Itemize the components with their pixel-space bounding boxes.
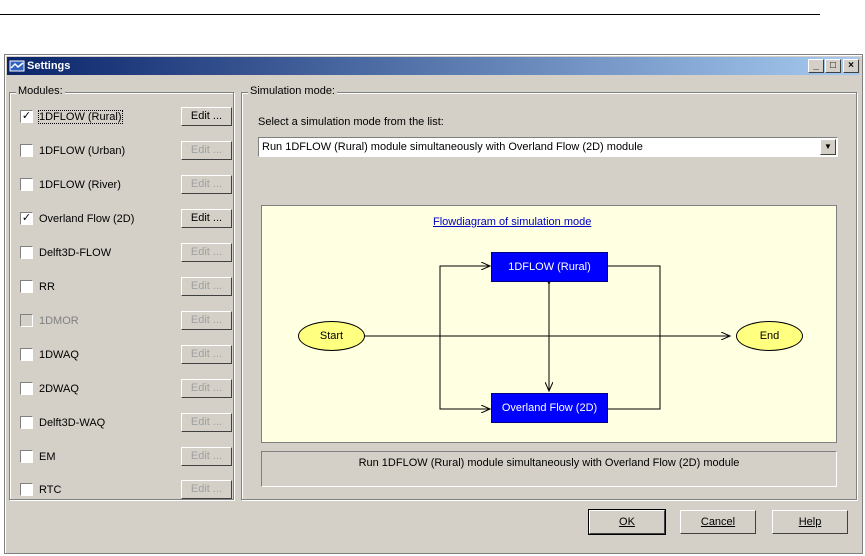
node-overland-flow: Overland Flow (2D) (491, 393, 608, 423)
module-checkbox[interactable]: ✓ (20, 212, 33, 225)
module-row: ✓ 1DFLOW (Rural) Edit ... (20, 107, 235, 127)
title-bar: Settings _ □ × (7, 57, 860, 75)
ok-label: OK (619, 516, 635, 528)
module-checkbox[interactable] (20, 178, 33, 191)
module-row: 1DWAQ Edit ... (20, 345, 235, 365)
simulation-mode-value: Run 1DFLOW (Rural) module simultaneously… (262, 141, 643, 153)
dropdown-arrow-icon[interactable]: ▼ (820, 139, 836, 155)
flow-diagram: Flowdiagram of simulation mode Start 1DF… (261, 205, 837, 443)
module-checkbox[interactable] (20, 483, 33, 496)
branch-bottom-line (439, 336, 490, 409)
module-label: 1DMOR (39, 315, 79, 327)
module-edit-button[interactable]: Edit ... (181, 311, 232, 330)
close-button[interactable]: × (843, 59, 859, 73)
merge-top-line (608, 265, 661, 336)
simulation-mode-group: Simulation mode: Select a simulation mod… (241, 85, 857, 500)
merge-bottom-line (608, 336, 661, 410)
module-edit-button[interactable]: Edit ... (181, 243, 232, 262)
module-checkbox[interactable] (20, 144, 33, 157)
module-row: Delft3D-FLOW Edit ... (20, 243, 235, 263)
module-checkbox[interactable] (20, 280, 33, 293)
module-edit-button[interactable]: Edit ... (181, 345, 232, 364)
simulation-description: Run 1DFLOW (Rural) module simultaneously… (261, 451, 837, 487)
module-checkbox[interactable] (20, 382, 33, 395)
module-row: ✓ Overland Flow (2D) Edit ... (20, 209, 235, 229)
settings-dialog: Settings _ □ × Modules: ✓ 1DFLOW (Rural) E… (4, 54, 863, 554)
module-checkbox[interactable] (20, 450, 33, 463)
modules-group-label: Modules: (16, 85, 65, 97)
maximize-button[interactable]: □ (825, 59, 841, 73)
module-edit-button[interactable]: Edit ... (181, 413, 232, 432)
module-edit-button[interactable]: Edit ... (181, 107, 232, 126)
start-node: Start (298, 321, 365, 351)
window-title: Settings (27, 60, 71, 72)
modules-group: Modules: ✓ 1DFLOW (Rural) Edit ... 1DFLOW (… (9, 85, 235, 500)
module-label: RR (39, 281, 55, 293)
module-edit-button[interactable]: Edit ... (181, 277, 232, 296)
module-label: 2DWAQ (39, 383, 79, 395)
module-label: EM (39, 451, 56, 463)
module-label: Delft3D-FLOW (39, 247, 112, 259)
cancel-label: Cancel (700, 516, 736, 528)
help-label: Help (798, 516, 822, 528)
module-row: RTC Edit ... (20, 480, 235, 500)
module-edit-button[interactable]: Edit ... (181, 175, 232, 194)
module-row: EM Edit ... (20, 447, 235, 467)
module-edit-button[interactable]: Edit ... (181, 141, 232, 160)
cancel-button[interactable]: Cancel (680, 510, 756, 534)
module-checkbox[interactable] (20, 416, 33, 429)
module-label: RTC (39, 484, 62, 496)
minimize-button[interactable]: _ (808, 59, 824, 73)
module-checkbox (20, 314, 33, 327)
node-1dflow-rural: 1DFLOW (Rural) (491, 252, 608, 282)
end-node: End (736, 321, 803, 351)
module-row: RR Edit ... (20, 277, 235, 297)
module-row: Delft3D-WAQ Edit ... (20, 413, 235, 433)
module-checkbox[interactable] (20, 348, 33, 361)
module-label: 1DFLOW (River) (39, 179, 121, 191)
module-label: 1DWAQ (39, 349, 79, 361)
module-edit-button[interactable]: Edit ... (181, 480, 232, 499)
module-row: 1DFLOW (River) Edit ... (20, 175, 235, 195)
simulation-mode-select[interactable]: Run 1DFLOW (Rural) module simultaneously… (258, 137, 838, 157)
simulation-group-label: Simulation mode: (248, 85, 337, 97)
module-label: 1DFLOW (Urban) (39, 145, 126, 157)
ok-button[interactable]: OK (588, 509, 666, 535)
module-edit-button[interactable]: Edit ... (181, 379, 232, 398)
help-button[interactable]: Help (772, 510, 848, 534)
module-edit-button[interactable]: Edit ... (181, 209, 232, 228)
module-row: 1DFLOW (Urban) Edit ... (20, 141, 235, 161)
branch-top-line (439, 266, 490, 336)
module-edit-button[interactable]: Edit ... (181, 447, 232, 466)
module-label: Delft3D-WAQ (39, 417, 106, 429)
app-icon (9, 60, 25, 72)
module-row: 1DMOR Edit ... (20, 311, 235, 331)
simulation-mode-prompt: Select a simulation mode from the list: (258, 116, 444, 128)
module-checkbox[interactable] (20, 246, 33, 259)
page-top-rule (0, 14, 820, 15)
module-label: Overland Flow (2D) (39, 213, 135, 225)
module-checkbox[interactable]: ✓ (20, 110, 33, 123)
module-label: 1DFLOW (Rural) (38, 110, 123, 124)
simulation-description-text: Run 1DFLOW (Rural) module simultaneously… (358, 457, 740, 469)
module-row: 2DWAQ Edit ... (20, 379, 235, 399)
